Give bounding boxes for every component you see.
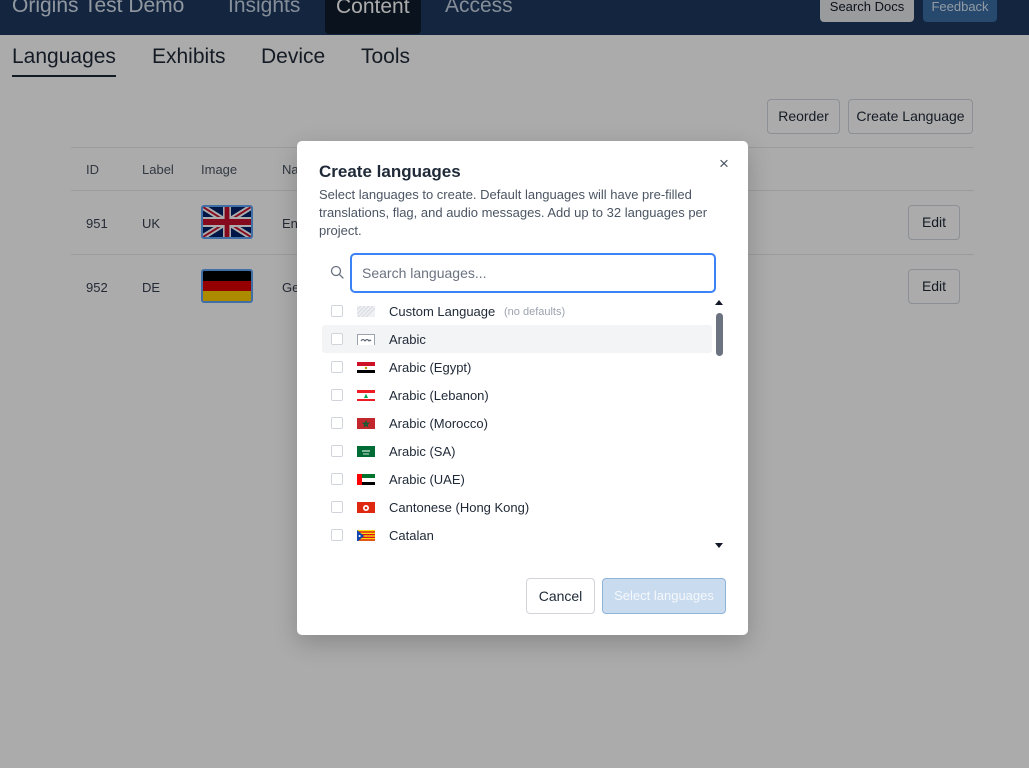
select-languages-button[interactable]: Select languages bbox=[602, 578, 726, 614]
checkbox[interactable] bbox=[331, 473, 343, 485]
language-name: Arabic (SA) bbox=[389, 444, 456, 459]
language-list[interactable]: Custom Language (no defaults) Arabic Ara… bbox=[322, 297, 712, 549]
close-icon[interactable]: × bbox=[719, 154, 729, 174]
language-name: Arabic (Egypt) bbox=[389, 360, 472, 375]
checkbox[interactable] bbox=[331, 529, 343, 541]
lebanon-flag-icon bbox=[357, 389, 375, 401]
language-name: Arabic (UAE) bbox=[389, 472, 465, 487]
scrollbar-thumb[interactable] bbox=[716, 313, 723, 356]
checkbox[interactable] bbox=[331, 305, 343, 317]
list-item[interactable]: Arabic bbox=[322, 325, 712, 353]
list-item[interactable]: Arabic (Morocco) bbox=[322, 409, 712, 437]
list-item[interactable]: Custom Language (no defaults) bbox=[322, 297, 712, 325]
hong-kong-flag-icon bbox=[357, 501, 375, 513]
scroll-down-arrow-icon[interactable] bbox=[715, 543, 723, 548]
list-item[interactable]: Arabic (UAE) bbox=[322, 465, 712, 493]
list-item[interactable]: Arabic (Egypt) bbox=[322, 353, 712, 381]
search-field bbox=[350, 253, 716, 293]
uae-flag-icon bbox=[357, 473, 375, 485]
language-name: Arabic bbox=[389, 332, 426, 347]
checkbox[interactable] bbox=[331, 417, 343, 429]
custom-language-icon bbox=[357, 305, 375, 317]
language-name: Cantonese (Hong Kong) bbox=[389, 500, 530, 515]
search-input[interactable] bbox=[352, 255, 714, 291]
create-languages-dialog: Create languages × Select languages to c… bbox=[297, 141, 748, 635]
checkbox[interactable] bbox=[331, 445, 343, 457]
list-item[interactable]: Arabic (Lebanon) bbox=[322, 381, 712, 409]
dialog-description: Select languages to create. Default lang… bbox=[319, 187, 708, 238]
list-item[interactable]: Catalan bbox=[322, 521, 712, 549]
language-note: (no defaults) bbox=[504, 306, 566, 318]
checkbox[interactable] bbox=[331, 389, 343, 401]
search-icon bbox=[330, 265, 344, 279]
saudi-flag-icon bbox=[357, 445, 375, 457]
cancel-button[interactable]: Cancel bbox=[526, 578, 595, 614]
catalan-flag-icon bbox=[357, 529, 375, 541]
checkbox[interactable] bbox=[331, 501, 343, 513]
scroll-up-arrow-icon[interactable] bbox=[715, 300, 723, 305]
language-name: Catalan bbox=[389, 528, 434, 543]
morocco-flag-icon bbox=[357, 417, 375, 429]
egypt-flag-icon bbox=[357, 361, 375, 373]
list-item[interactable]: Arabic (SA) bbox=[322, 437, 712, 465]
list-item[interactable]: Cantonese (Hong Kong) bbox=[322, 493, 712, 521]
language-name: Arabic (Morocco) bbox=[389, 416, 488, 431]
checkbox[interactable] bbox=[331, 333, 343, 345]
checkbox[interactable] bbox=[331, 361, 343, 373]
language-name: Custom Language bbox=[389, 304, 496, 319]
dialog-title: Create languages bbox=[319, 162, 461, 181]
arabic-flag-icon bbox=[357, 333, 375, 345]
language-name: Arabic (Lebanon) bbox=[389, 388, 489, 403]
